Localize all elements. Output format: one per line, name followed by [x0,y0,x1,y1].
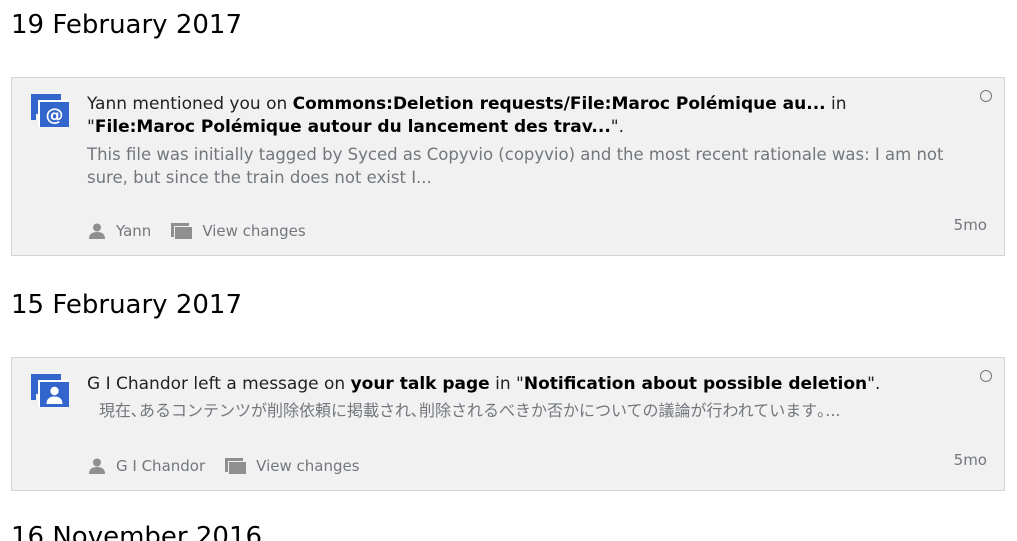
svg-text:@: @ [46,105,64,126]
timestamp: 5mo [953,216,987,234]
date-heading: 15 February 2017 [11,290,242,320]
view-changes-label: View changes [256,457,360,475]
section-link[interactable]: File:Maroc Polémique autour du lancement… [95,117,611,137]
date-heading: 19 February 2017 [11,10,242,40]
notification-item[interactable]: G I Chandor left a message on your talk … [11,357,1005,491]
mark-read-button[interactable] [980,370,992,382]
user-icon [89,458,105,474]
notification-excerpt: 現在､あるコンテンツが削除依頼に掲載され､削除されるべきか否かについての議論が行… [99,401,841,420]
mention-icon: @ [31,94,69,127]
user-name: G I Chandor [116,457,206,475]
page-link[interactable]: your talk page [351,374,490,394]
section-link[interactable]: Notification about possible deletion [524,374,867,394]
notification-footer: G I Chandor View changes [88,457,380,475]
user-link[interactable]: G I Chandor [88,457,205,475]
view-changes-link[interactable]: View changes [171,222,306,240]
actor-name: Yann [87,94,128,114]
timestamp: 5mo [953,451,987,469]
notification-header: G I Chandor left a message on your talk … [87,374,881,394]
notification-footer: Yann View changes [88,222,326,240]
user-icon [89,223,105,239]
notification-header: Yann mentioned you on Commons:Deletion r… [87,94,847,137]
view-changes-label: View changes [202,222,306,240]
notification-content: Yann mentioned you on Commons:Deletion r… [87,93,960,189]
notification-content: G I Chandor left a message on your talk … [87,373,960,422]
actor-name: G I Chandor [87,374,189,394]
user-talk-icon [31,374,69,407]
view-changes-link[interactable]: View changes [225,457,360,475]
notification-excerpt: This file was initially tagged by Syced … [87,145,944,187]
notification-item[interactable]: @ Yann mentioned you on Commons:Deletion… [11,77,1005,256]
changes-icon [171,223,193,239]
user-name: Yann [116,222,152,240]
changes-icon [225,458,247,474]
page-link[interactable]: Commons:Deletion requests/File:Maroc Pol… [293,94,826,114]
mark-read-button[interactable] [980,90,992,102]
user-link[interactable]: Yann [88,222,151,240]
date-heading: 16 November 2016 [11,522,263,541]
notifications-page: 19 February 2017 @ Yann mentioned you on… [0,0,1017,541]
